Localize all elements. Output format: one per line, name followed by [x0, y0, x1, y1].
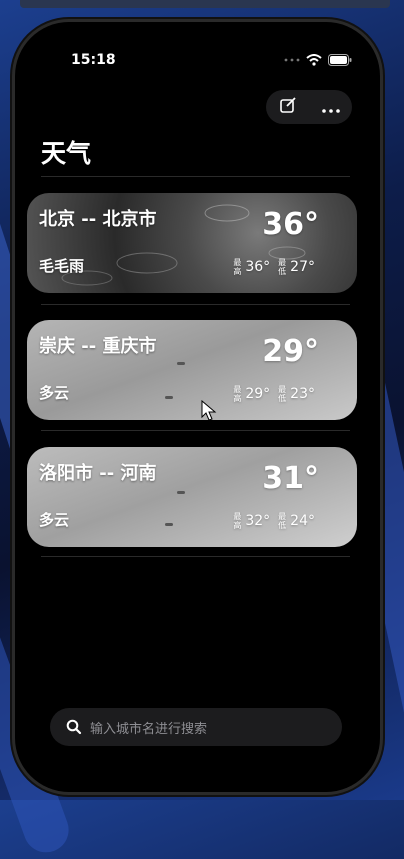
high-temp: 32°	[245, 513, 271, 529]
page-title: 天气	[41, 139, 92, 168]
phone-side-button	[380, 215, 384, 305]
status-time: 15:18	[71, 52, 116, 68]
weather-condition: 多云	[39, 511, 70, 529]
search-placeholder: 输入城市名进行搜索	[90, 721, 208, 737]
bird-silhouette	[177, 362, 185, 365]
status-icons	[284, 54, 352, 66]
city-card[interactable]: 崇庆 -- 重庆市 29° 多云 最高 29° 最低 23°	[27, 320, 357, 420]
divider	[41, 556, 350, 557]
edit-icon	[279, 97, 296, 113]
toolbar-pill	[266, 90, 352, 124]
divider	[41, 176, 350, 177]
city-name: 崇庆 -- 重庆市	[39, 336, 157, 357]
divider	[41, 430, 350, 431]
more-button[interactable]	[321, 98, 340, 117]
city-card[interactable]: 北京 -- 北京市 36° 毛毛雨 最高 36° 最低 27°	[27, 193, 357, 293]
low-label: 最低	[278, 258, 287, 276]
wifi-icon	[306, 54, 322, 66]
search-bar[interactable]: 输入城市名进行搜索	[50, 708, 342, 746]
battery-icon	[328, 54, 352, 66]
low-temp: 23°	[290, 386, 315, 402]
phone-side-button	[10, 265, 14, 320]
high-low: 最高 32° 最低 24°	[233, 512, 315, 530]
high-label: 最高	[233, 385, 242, 403]
more-dots-icon	[284, 58, 300, 62]
bird-silhouette	[177, 491, 185, 494]
weather-condition: 毛毛雨	[39, 257, 85, 275]
phone-screen: 15:18 天气 北京 -- 北京市 36° 毛毛雨 最 高 36° 最 低 2…	[15, 22, 380, 792]
bird-silhouette	[165, 396, 173, 399]
top-window-edge	[20, 0, 390, 8]
current-temp: 36°	[262, 207, 319, 242]
high-low: 最高 36° 最低 27°	[233, 258, 315, 276]
weather-condition: 多云	[39, 384, 70, 402]
high-low: 最高 29° 最低 23°	[233, 385, 315, 403]
bird-silhouette	[165, 523, 173, 526]
city-name: 洛阳市 -- 河南	[39, 463, 157, 484]
search-icon	[66, 719, 82, 735]
divider	[41, 304, 350, 305]
city-card[interactable]: 洛阳市 -- 河南 31° 多云 最高 32° 最低 24°	[27, 447, 357, 547]
edit-button[interactable]	[279, 96, 297, 118]
high-label: 最高	[233, 258, 242, 276]
low-label: 最低	[278, 512, 287, 530]
phone-side-button	[10, 200, 14, 255]
current-temp: 29°	[262, 334, 319, 369]
high-label: 最高	[233, 512, 242, 530]
low-temp: 24°	[290, 513, 315, 529]
status-bar: 15:18	[15, 52, 380, 72]
phone-side-button	[10, 152, 14, 182]
high-temp: 29°	[245, 386, 271, 402]
current-temp: 31°	[262, 461, 319, 496]
low-temp: 27°	[290, 259, 315, 275]
low-label: 最低	[278, 385, 287, 403]
high-temp: 36°	[245, 259, 271, 275]
more-icon	[321, 108, 340, 113]
city-name: 北京 -- 北京市	[39, 209, 157, 230]
mouse-pointer-icon	[201, 400, 217, 421]
